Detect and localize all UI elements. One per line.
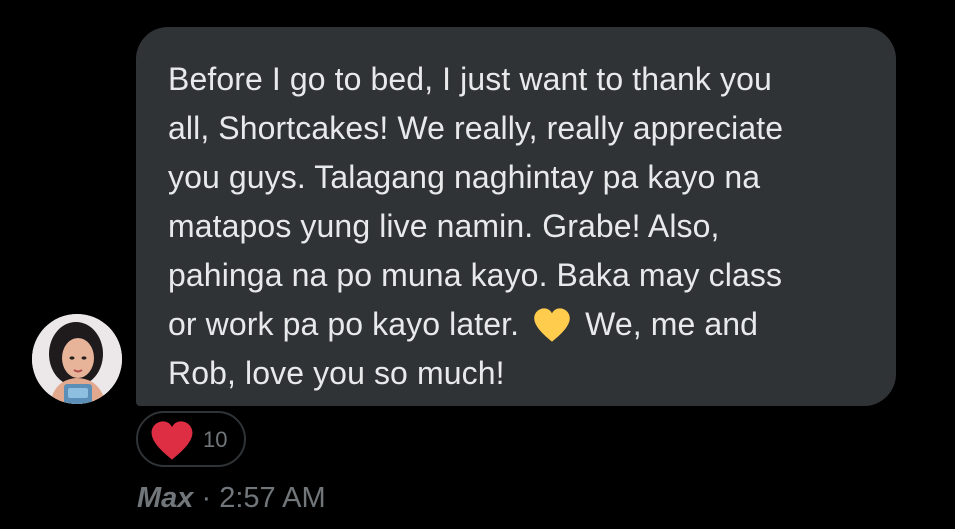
message-text: Before I go to bed, I just want to thank… — [168, 55, 866, 398]
message-meta: Max · 2:57 AM — [137, 480, 326, 516]
direct-message: Before I go to bed, I just want to thank… — [0, 0, 955, 529]
sender-name[interactable]: Max — [137, 482, 193, 514]
avatar[interactable] — [32, 314, 122, 404]
yellow-heart-icon — [534, 308, 570, 342]
message-text-main: Before I go to bed, I just want to thank… — [168, 61, 784, 342]
meta-separator: · — [201, 482, 212, 514]
reaction-pill[interactable]: 10 — [136, 411, 246, 467]
reaction-count: 10 — [203, 427, 228, 452]
message-time: 2:57 AM — [219, 482, 326, 514]
red-heart-icon — [151, 421, 193, 460]
avatar-photo — [32, 314, 122, 404]
message-bubble[interactable]: Before I go to bed, I just want to thank… — [136, 27, 896, 406]
